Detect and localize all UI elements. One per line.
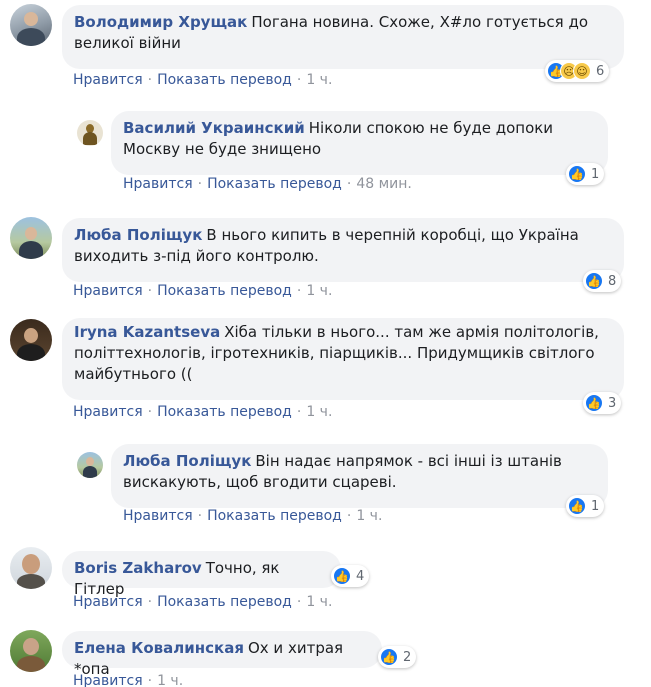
comment-bubble: Елена Ковалинская Ох и хитрая *опа [62,631,382,678]
comment-actions: Нравится · Показать перевод · 1 ч. [73,594,332,610]
reactions-badge[interactable]: 👍 2 [378,646,417,668]
like-link[interactable]: Нравится [73,72,143,88]
reactions-badge[interactable]: 👍 3 [583,392,622,414]
comment-actions: Нравится · Показать перевод · 1 ч. [73,404,332,420]
timestamp[interactable]: 1 ч. [356,508,382,524]
comment-bubble: Люба Поліщук Він надає напрямок - всі інш… [111,444,608,508]
like-link[interactable]: Нравится [73,673,143,687]
separator: · [147,72,153,88]
reaction-count: 3 [608,395,617,411]
comment-text: В нього кипить в черепній коробці, що Ук… [206,226,579,244]
translate-link[interactable]: Показать перевод [207,176,342,192]
timestamp[interactable]: 1 ч. [306,72,332,88]
separator: · [296,594,302,610]
like-link[interactable]: Нравится [73,594,143,610]
timestamp[interactable]: 1 ч. [306,594,332,610]
avatar[interactable] [10,630,52,672]
reaction-count: 4 [356,568,365,584]
haha-icon: ☺ [573,62,591,80]
comment-text: Хіба тільки в нього... там же армія полі… [224,323,599,341]
comment-text: Він надає напрямок - всі інші із штанів [255,452,562,470]
like-icon: 👍 [380,648,398,666]
avatar[interactable] [10,319,52,361]
comment-bubble: Люба Поліщук В нього кипить в черепній ко… [62,218,624,282]
separator: · [296,283,302,299]
comment-actions: Нравится · 1 ч. [73,673,183,687]
comment-author[interactable]: Люба Поліщук [74,226,202,244]
separator: · [197,176,203,192]
separator: · [147,673,153,687]
comment-text: виходить з-під його контролю. [74,247,319,265]
comment-text: Ніколи спокою не буде допоки [308,119,554,137]
avatar[interactable] [77,120,103,146]
translate-link[interactable]: Показать перевод [157,404,292,420]
like-icon: 👍 [585,394,603,412]
like-link[interactable]: Нравится [73,283,143,299]
reactions-badge[interactable]: 👍 1 [566,495,605,517]
avatar[interactable] [10,547,52,589]
like-link[interactable]: Нравится [123,508,193,524]
comment-actions: Нравится · Показать перевод · 48 мин. [123,176,412,192]
avatar[interactable] [10,217,52,259]
comment-actions: Нравится · Показать перевод · 1 ч. [123,508,382,524]
comment-bubble: Boris Zakharov Точно, як Гітлер [62,551,341,598]
comment-text: Погана новина. Схоже, Х#ло готується до [251,13,589,31]
reactions-badge[interactable]: 👍 4 [331,565,370,587]
comment-actions: Нравится · Показать перевод · 1 ч. [73,283,332,299]
reactions-badge[interactable]: 👍 ☹ ☺ 6 [545,60,610,82]
separator: · [147,594,153,610]
avatar[interactable] [10,4,52,46]
like-icon: 👍 [568,165,586,183]
comment-text: Москву не буде знищено [123,140,322,158]
comment-author[interactable]: Iryna Kazantseva [74,323,220,341]
comment-bubble: Володимир Хрущак Погана новина. Схоже, Х#… [62,5,624,69]
comment-bubble: Василий Украинский Ніколи спокою не буде … [111,111,608,175]
comment-author[interactable]: Василий Украинский [123,119,305,137]
comment-actions: Нравится · Показать перевод · 1 ч. [73,72,332,88]
translate-link[interactable]: Показать перевод [157,72,292,88]
reaction-count: 6 [596,63,605,79]
like-icon: 👍 [568,497,586,515]
separator: · [346,508,352,524]
comment-author[interactable]: Люба Поліщук [123,452,251,470]
comment-author[interactable]: Boris Zakharov [74,559,202,577]
avatar[interactable] [77,452,103,478]
translate-link[interactable]: Показать перевод [157,594,292,610]
like-link[interactable]: Нравится [123,176,193,192]
comment-author[interactable]: Володимир Хрущак [74,13,247,31]
comment-text: політтехнологів, ігротехників, піарщиків… [74,344,595,362]
comment-author[interactable]: Елена Ковалинская [74,639,244,657]
comment-text: вискакують, щоб вгодити сцареві. [123,473,397,491]
reaction-count: 2 [403,649,412,665]
timestamp[interactable]: 48 мин. [356,176,412,192]
separator: · [296,404,302,420]
separator: · [296,72,302,88]
separator: · [147,283,153,299]
timestamp[interactable]: 1 ч. [306,283,332,299]
like-link[interactable]: Нравится [73,404,143,420]
reaction-count: 1 [591,498,600,514]
like-icon: 👍 [585,272,603,290]
separator: · [346,176,352,192]
comment-text: великої війни [74,34,181,52]
separator: · [197,508,203,524]
timestamp[interactable]: 1 ч. [157,673,183,687]
separator: · [147,404,153,420]
like-icon: 👍 [333,567,351,585]
translate-link[interactable]: Показать перевод [207,508,342,524]
reactions-badge[interactable]: 👍 8 [583,270,622,292]
reaction-count: 1 [591,166,600,182]
comment-bubble: Iryna Kazantseva Хіба тільки в нього... т… [62,318,624,400]
timestamp[interactable]: 1 ч. [306,404,332,420]
comment-text: майбутнього (( [74,365,193,383]
translate-link[interactable]: Показать перевод [157,283,292,299]
reaction-count: 8 [608,273,617,289]
reactions-badge[interactable]: 👍 1 [566,163,605,185]
